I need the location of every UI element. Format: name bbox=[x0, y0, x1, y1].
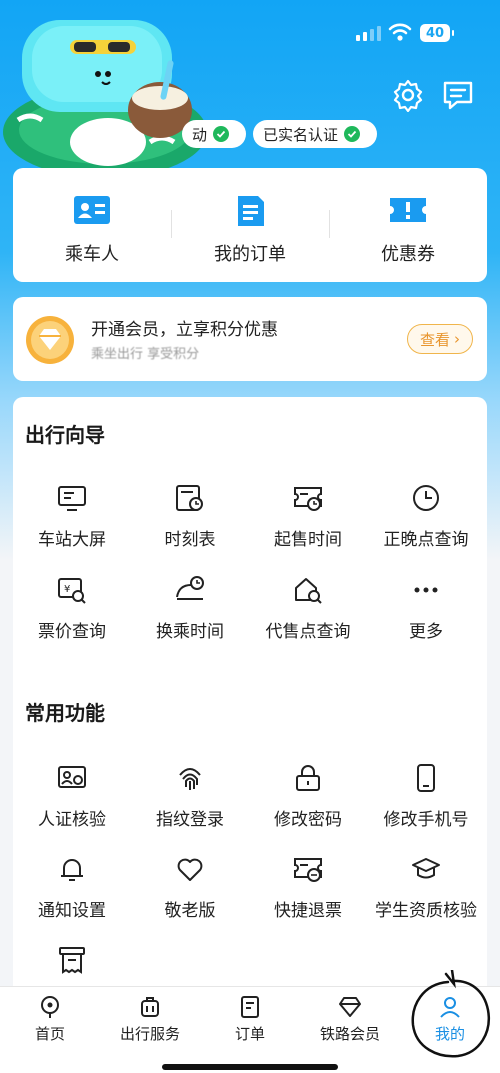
quick-action-label: 乘车人 bbox=[65, 244, 119, 265]
guide-label: 票价查询 bbox=[38, 622, 106, 642]
verification-badge: 动 bbox=[182, 120, 246, 148]
phone-icon bbox=[417, 764, 435, 792]
guide-label: 换乘时间 bbox=[156, 622, 224, 642]
passenger-card-icon bbox=[74, 196, 110, 224]
quick-action-coupons[interactable]: 优惠券 bbox=[329, 168, 487, 282]
guide-delay-query[interactable]: 正晚点查询 bbox=[367, 483, 485, 563]
more-icon bbox=[414, 587, 438, 593]
member-banner[interactable]: 开通会员，立享积分优惠 乘坐出行 享受积分 查看 › bbox=[13, 297, 487, 381]
order-document-icon bbox=[238, 196, 264, 226]
sale-time-icon bbox=[294, 487, 322, 511]
member-banner-subtitle: 乘坐出行 享受积分 bbox=[91, 347, 200, 362]
tab-label: 铁路会员 bbox=[319, 1025, 380, 1043]
agency-search-icon bbox=[295, 578, 322, 604]
home-icon bbox=[41, 996, 59, 1018]
member-banner-title: 开通会员，立享积分优惠 bbox=[91, 320, 278, 340]
guide-label: 时刻表 bbox=[164, 530, 216, 550]
func-label: 指纹登录 bbox=[156, 810, 224, 830]
member-view-button[interactable]: 查看 › bbox=[407, 324, 473, 354]
quick-action-label: 优惠券 bbox=[381, 244, 435, 265]
real-name-badge-label: 已实名认证 bbox=[263, 125, 339, 144]
id-verify-icon bbox=[58, 766, 86, 788]
clock-icon bbox=[413, 485, 439, 511]
verification-badge-label: 动 bbox=[192, 125, 208, 144]
guide-agency-search[interactable]: 代售点查询 bbox=[249, 575, 367, 655]
member-diamond-icon bbox=[26, 316, 74, 364]
guide-station-screen[interactable]: 车站大屏 bbox=[13, 483, 131, 563]
transfer-time-icon bbox=[176, 576, 204, 600]
fare-search-icon: ¥ bbox=[58, 578, 86, 604]
gear-icon[interactable] bbox=[391, 78, 425, 112]
func-label: 修改手机号 bbox=[383, 810, 469, 830]
invoice-icon bbox=[59, 947, 85, 974]
guide-sale-time[interactable]: 起售时间 bbox=[249, 483, 367, 563]
guide-label: 车站大屏 bbox=[38, 530, 106, 550]
wifi-icon bbox=[388, 23, 412, 41]
guide-label: 更多 bbox=[409, 622, 443, 642]
func-fingerprint-login[interactable]: 指纹登录 bbox=[131, 763, 249, 843]
func-label: 快捷退票 bbox=[274, 901, 342, 921]
mascot-illustration bbox=[3, 20, 207, 172]
order-icon bbox=[241, 996, 259, 1018]
tab-orders[interactable]: 订单 bbox=[200, 987, 300, 1057]
guide-fare-search[interactable]: ¥ 票价查询 bbox=[13, 575, 131, 655]
func-elderly-mode[interactable]: 敬老版 bbox=[131, 854, 249, 934]
refund-ticket-icon bbox=[294, 858, 322, 882]
common-functions-title: 常用功能 bbox=[25, 701, 105, 725]
tab-railway-member[interactable]: 铁路会员 bbox=[300, 987, 400, 1057]
func-notification-settings[interactable]: 通知设置 bbox=[13, 854, 131, 934]
func-label: 修改密码 bbox=[274, 810, 342, 830]
guide-label: 正晚点查询 bbox=[383, 530, 469, 550]
func-change-phone[interactable]: 修改手机号 bbox=[367, 763, 485, 843]
timetable-icon bbox=[176, 485, 203, 511]
services-panel: 出行向导 车站大屏 时刻表 起售时间 正晚点查询 ¥ 票价查询 换乘时间 代售点… bbox=[13, 397, 487, 1037]
tab-label: 订单 bbox=[234, 1025, 265, 1043]
guide-label: 代售点查询 bbox=[265, 622, 351, 642]
real-name-badge[interactable]: 已实名认证 bbox=[253, 120, 377, 148]
tab-home[interactable]: 首页 bbox=[0, 987, 100, 1057]
func-id-verify[interactable]: 人证核验 bbox=[13, 763, 131, 843]
guide-label: 起售时间 bbox=[274, 530, 342, 550]
station-screen-icon bbox=[58, 486, 86, 511]
chevron-right-icon: › bbox=[454, 330, 460, 348]
tab-label: 首页 bbox=[34, 1025, 65, 1043]
func-label: 敬老版 bbox=[164, 901, 216, 921]
bell-icon bbox=[61, 859, 83, 881]
luggage-icon bbox=[141, 997, 159, 1017]
func-label: 学生资质核验 bbox=[375, 901, 477, 921]
func-change-password[interactable]: 修改密码 bbox=[249, 763, 367, 843]
func-quick-refund[interactable]: 快捷退票 bbox=[249, 854, 367, 934]
lock-icon bbox=[296, 765, 320, 791]
fingerprint-icon bbox=[179, 768, 201, 790]
travel-guide-title: 出行向导 bbox=[25, 423, 105, 447]
tab-label: 出行服务 bbox=[119, 1025, 180, 1043]
tab-travel-services[interactable]: 出行服务 bbox=[100, 987, 200, 1057]
func-label: 人证核验 bbox=[38, 810, 106, 830]
heart-icon bbox=[177, 858, 203, 881]
guide-more[interactable]: 更多 bbox=[367, 575, 485, 655]
member-view-label: 查看 bbox=[419, 330, 450, 349]
func-label: 通知设置 bbox=[38, 901, 106, 921]
quick-action-passenger[interactable]: 乘车人 bbox=[13, 168, 171, 282]
check-icon bbox=[344, 126, 361, 142]
quick-action-orders[interactable]: 我的订单 bbox=[171, 168, 329, 282]
func-student-verify[interactable]: 学生资质核验 bbox=[367, 854, 485, 934]
quick-actions-card: 乘车人 我的订单 优惠券 bbox=[13, 168, 487, 282]
graduation-cap-icon bbox=[412, 858, 440, 879]
battery-indicator: 40 bbox=[420, 24, 454, 42]
guide-transfer-time[interactable]: 换乘时间 bbox=[131, 575, 249, 655]
coupon-icon bbox=[390, 198, 426, 222]
message-icon[interactable] bbox=[441, 78, 475, 112]
signal-icon bbox=[356, 26, 381, 41]
diamond-icon bbox=[339, 997, 361, 1017]
quick-action-label: 我的订单 bbox=[214, 244, 286, 265]
home-indicator bbox=[162, 1064, 338, 1070]
hand-drawn-circle-annotation bbox=[411, 970, 490, 1058]
guide-timetable[interactable]: 时刻表 bbox=[131, 483, 249, 563]
check-icon bbox=[213, 126, 230, 142]
svg-text:¥: ¥ bbox=[64, 584, 70, 595]
